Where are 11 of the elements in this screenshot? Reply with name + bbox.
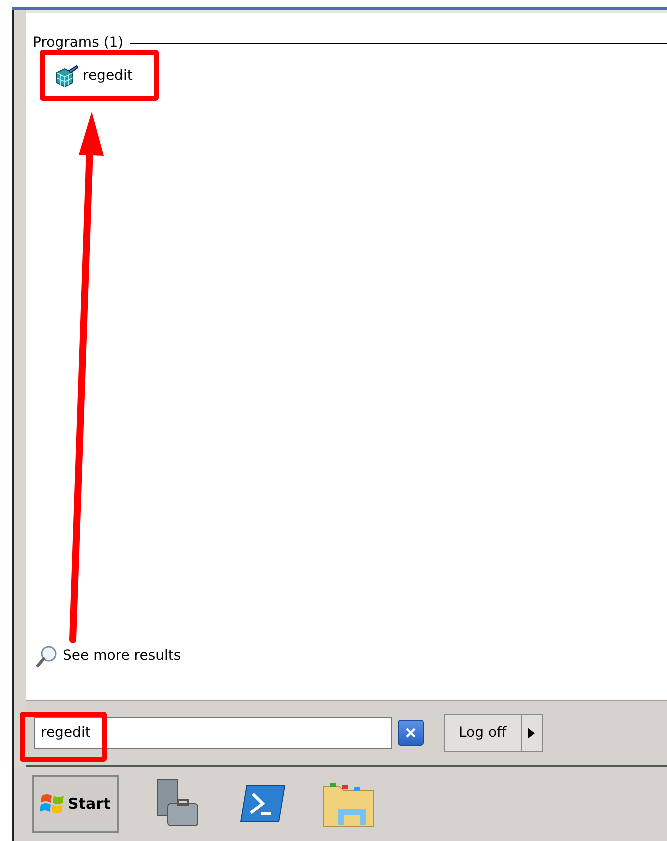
search-field[interactable]: regedit <box>34 717 392 749</box>
start-button[interactable]: Start <box>32 775 119 833</box>
clear-search-button[interactable] <box>398 720 424 746</box>
registry-cubes-icon <box>55 65 79 87</box>
search-icon <box>35 644 59 668</box>
program-result[interactable]: regedit <box>55 65 133 87</box>
windows-logo-icon <box>40 792 66 816</box>
group-heading: Programs (1) <box>33 35 124 51</box>
see-more-results-link[interactable]: See more results <box>35 644 182 668</box>
triangle-right-icon <box>528 728 536 738</box>
close-icon <box>405 727 417 739</box>
